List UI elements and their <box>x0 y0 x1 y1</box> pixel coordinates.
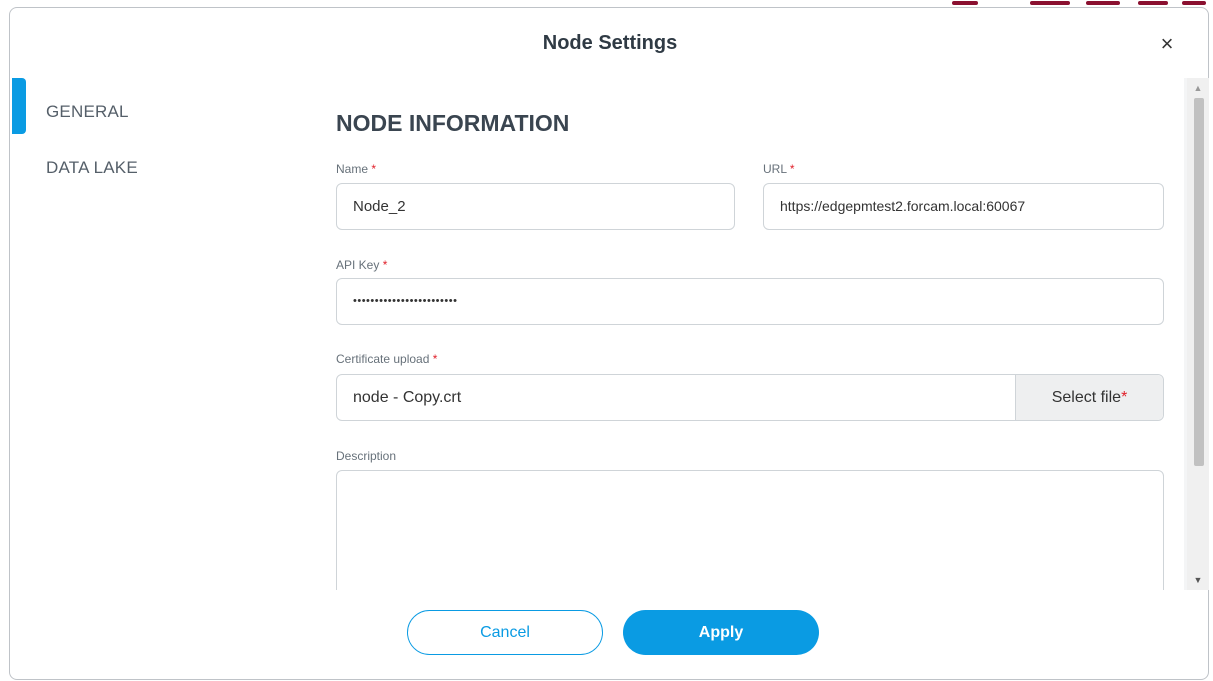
scroll-up-icon[interactable]: ▲ <box>1187 78 1209 98</box>
certificate-label: Certificate upload * <box>336 352 438 366</box>
name-field[interactable]: Node_2 <box>336 183 735 230</box>
cancel-button[interactable]: Cancel <box>407 610 603 655</box>
settings-content: NODE INFORMATION Name * Node_2 URL * htt… <box>307 78 1187 590</box>
scroll-thumb[interactable] <box>1194 98 1204 466</box>
certificate-file-name: node - Copy.crt <box>353 389 462 406</box>
api-key-field[interactable]: •••••••••••••••••••••••• <box>336 278 1164 325</box>
description-textarea[interactable] <box>336 470 1164 590</box>
certificate-field: node - Copy.crt Select file* <box>336 374 1164 421</box>
dialog-header: Node Settings × <box>10 8 1210 78</box>
sidebar-item-label: DATA LAKE <box>46 158 138 177</box>
sidebar-item-data-lake[interactable]: DATA LAKE <box>10 158 307 188</box>
name-label: Name * <box>336 162 377 176</box>
close-icon[interactable]: × <box>1153 30 1181 58</box>
url-field[interactable]: https://edgepmtest2.forcam.local:60067 <box>763 183 1164 230</box>
dialog-footer: Cancel Apply <box>10 590 1210 681</box>
description-label: Description <box>336 449 397 463</box>
select-file-button[interactable]: Select file* <box>1015 375 1163 420</box>
general-panel: NODE INFORMATION Name * Node_2 URL * htt… <box>307 78 1184 590</box>
section-title: NODE INFORMATION <box>336 110 570 136</box>
content-scrollbar[interactable]: ▲ ▼ <box>1187 78 1209 590</box>
sidebar-item-label: GENERAL <box>46 102 129 121</box>
scroll-down-icon[interactable]: ▼ <box>1187 570 1209 590</box>
sidebar-item-general[interactable]: GENERAL <box>10 78 307 134</box>
api-key-label: API Key * <box>336 258 388 272</box>
node-settings-dialog: Node Settings × GENERAL DATA LAKE NODE I… <box>9 7 1209 680</box>
active-indicator <box>12 78 26 134</box>
apply-button[interactable]: Apply <box>623 610 819 655</box>
settings-sidebar: GENERAL DATA LAKE <box>10 78 307 590</box>
url-label: URL * <box>763 162 795 176</box>
dialog-title: Node Settings <box>542 32 678 54</box>
